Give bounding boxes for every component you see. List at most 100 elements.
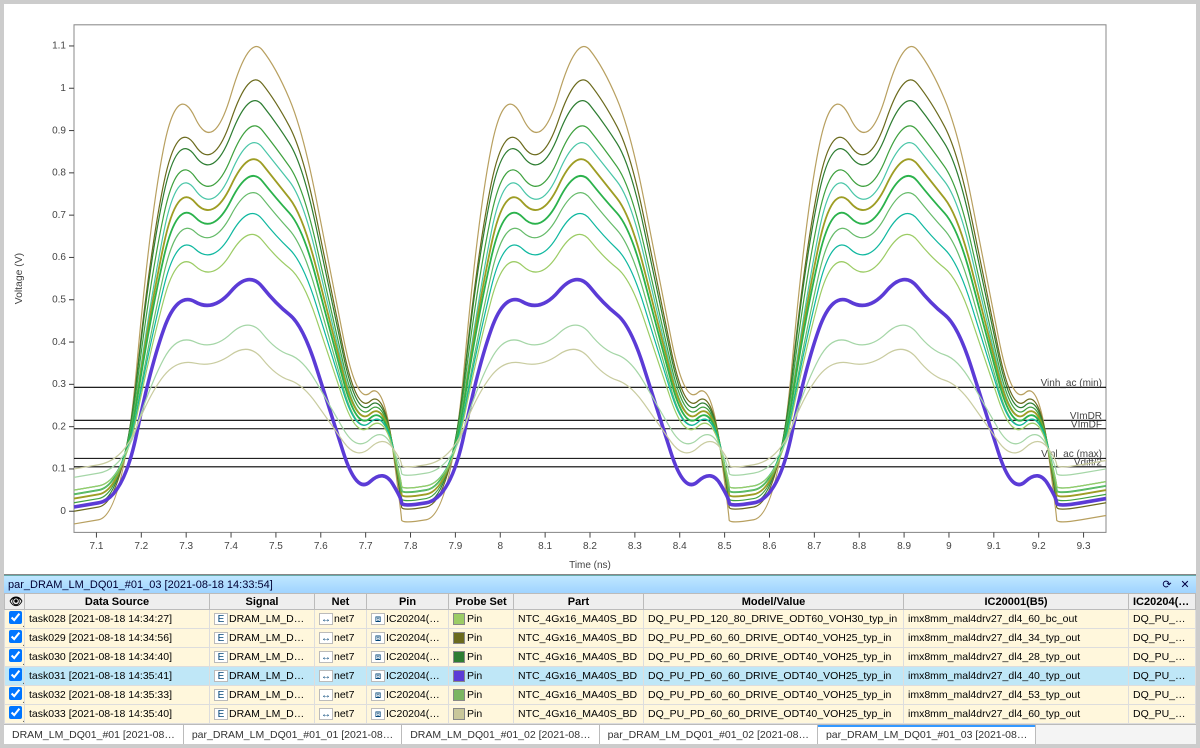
- net-icon: ↔: [319, 632, 333, 644]
- cell: DQ_PU_PD_60_60_DRIVE_ODT40_VOH25_typ_in: [1129, 686, 1196, 705]
- cell[interactable]: [5, 705, 25, 724]
- cell[interactable]: [5, 686, 25, 705]
- cell: DQ_PU_PD_60_60_DRIVE_ODT40_VOH25_typ_in: [1129, 648, 1196, 667]
- close-icon[interactable]: ✕: [1178, 578, 1192, 592]
- signal-icon: E: [214, 689, 228, 701]
- table-row[interactable]: task029 [2021-08-18 14:34:56]EDRAM_LM_DQ…: [5, 629, 1196, 648]
- col-header[interactable]: Pin: [367, 594, 449, 610]
- row-checkbox[interactable]: [9, 611, 22, 624]
- tab[interactable]: par_DRAM_LM_DQ01_#01_03 [2021-08…: [818, 725, 1036, 744]
- y-tick-label: 0.2: [52, 421, 66, 432]
- cell: DQ_PU_PD_60_60_DRIVE_ODT40_VOH25_typ_in: [1129, 705, 1196, 724]
- y-tick-label: 0.9: [52, 125, 66, 136]
- x-tick-label: 7.4: [224, 541, 238, 552]
- col-header[interactable]: Net: [315, 594, 367, 610]
- cell: EDRAM_LM_DQ01: [210, 705, 315, 724]
- cell: DQ_PU_PD_60_60_DRIVE_ODT40_VOH25_typ_in: [1129, 667, 1196, 686]
- cell: EDRAM_LM_DQ01: [210, 667, 315, 686]
- cell: DQ_PU_PD_60_60_DRIVE_ODT40_VOH25_typ_in: [644, 686, 904, 705]
- table-row[interactable]: task030 [2021-08-18 14:34:40]EDRAM_LM_DQ…: [5, 648, 1196, 667]
- col-header[interactable]: 👁: [5, 594, 25, 610]
- cell: task032 [2021-08-18 14:35:33]: [25, 686, 210, 705]
- cell[interactable]: [5, 648, 25, 667]
- cell: imx8mm_mal4drv27_dl4_60_typ_out: [904, 705, 1129, 724]
- cell[interactable]: [5, 629, 25, 648]
- cell: ⧈IC20204(24): [367, 667, 449, 686]
- col-header[interactable]: IC20001(B5): [904, 594, 1129, 610]
- y-tick-label: 0.1: [52, 464, 66, 475]
- cell: Pin: [449, 629, 514, 648]
- cell: ⧈IC20204(24): [367, 686, 449, 705]
- tab[interactable]: par_DRAM_LM_DQ01_#01_02 [2021-08…: [600, 725, 818, 744]
- row-checkbox[interactable]: [9, 630, 22, 643]
- net-icon: ↔: [319, 708, 333, 720]
- cell: Pin: [449, 667, 514, 686]
- y-tick-label: 1.1: [52, 41, 66, 52]
- col-header[interactable]: Probe Set: [449, 594, 514, 610]
- cell: NTC_4Gx16_MA40S_BD: [514, 610, 644, 629]
- pin-icon: ⧈: [371, 689, 385, 701]
- cell: EDRAM_LM_DQ01: [210, 610, 315, 629]
- y-tick-label: 1: [60, 83, 66, 94]
- cell: ↔net7: [315, 705, 367, 724]
- x-tick-label: 7.1: [89, 541, 103, 552]
- tab[interactable]: par_DRAM_LM_DQ01_#01_01 [2021-08…: [184, 725, 402, 744]
- row-checkbox[interactable]: [9, 706, 22, 719]
- pin-icon: ⧈: [371, 613, 385, 625]
- x-tick-label: 9.3: [1077, 541, 1091, 552]
- col-header[interactable]: Model/Value: [644, 594, 904, 610]
- col-header[interactable]: Part: [514, 594, 644, 610]
- net-icon: ↔: [319, 670, 333, 682]
- waveform-plot[interactable]: 7.17.27.37.47.57.67.77.87.988.18.28.38.4…: [4, 4, 1196, 575]
- cell: DQ_PU_PD_60_60_DRIVE_ODT40_VOH25_typ_in: [644, 629, 904, 648]
- tab[interactable]: DRAM_LM_DQ01_#01 [2021-08…: [4, 725, 184, 744]
- signal-icon: E: [214, 670, 228, 682]
- pin-icon: ⧈: [371, 708, 385, 720]
- cell: ⧈IC20204(24): [367, 610, 449, 629]
- x-tick-label: 8.6: [763, 541, 777, 552]
- threshold-label: Vdiff/2: [1074, 457, 1102, 468]
- color-swatch: [453, 689, 465, 701]
- table-row[interactable]: task028 [2021-08-18 14:34:27]EDRAM_LM_DQ…: [5, 610, 1196, 629]
- tabs-bar[interactable]: DRAM_LM_DQ01_#01 [2021-08…par_DRAM_LM_DQ…: [4, 724, 1196, 744]
- cell: imx8mm_mal4drv27_dl4_53_typ_out: [904, 686, 1129, 705]
- color-swatch: [453, 613, 465, 625]
- threshold-label: VImDF: [1071, 419, 1102, 430]
- col-header[interactable]: Data Source: [25, 594, 210, 610]
- x-tick-label: 7.8: [404, 541, 418, 552]
- row-checkbox[interactable]: [9, 668, 22, 681]
- cell: Pin: [449, 610, 514, 629]
- cell: Pin: [449, 648, 514, 667]
- cell: imx8mm_mal4drv27_dl4_28_typ_out: [904, 648, 1129, 667]
- waveform-curve: [74, 325, 1106, 477]
- row-checkbox[interactable]: [9, 649, 22, 662]
- cell: task031 [2021-08-18 14:35:41]: [25, 667, 210, 686]
- x-tick-label: 8.3: [628, 541, 642, 552]
- table-row[interactable]: task033 [2021-08-18 14:35:40]EDRAM_LM_DQ…: [5, 705, 1196, 724]
- x-tick-label: 9: [946, 541, 952, 552]
- col-header[interactable]: IC20204(24): [1129, 594, 1196, 610]
- refresh-icon[interactable]: ⟳: [1160, 578, 1174, 592]
- x-tick-label: 8.9: [897, 541, 911, 552]
- panel-title-bar[interactable]: par_DRAM_LM_DQ01_#01_03 [2021-08-18 14:3…: [4, 575, 1196, 593]
- cell: task029 [2021-08-18 14:34:56]: [25, 629, 210, 648]
- tab[interactable]: DRAM_LM_DQ01_#01_02 [2021-08…: [402, 725, 599, 744]
- results-table[interactable]: 👁Data SourceSignalNetPinProbe SetPartMod…: [4, 593, 1196, 724]
- cell: EDRAM_LM_DQ01: [210, 629, 315, 648]
- cell: task028 [2021-08-18 14:34:27]: [25, 610, 210, 629]
- row-checkbox[interactable]: [9, 687, 22, 700]
- cell: DQ_PU_PD_60_60_DRIVE_ODT40_VOH25_typ_in: [644, 667, 904, 686]
- cell: EDRAM_LM_DQ01: [210, 648, 315, 667]
- cell[interactable]: [5, 667, 25, 686]
- table-row[interactable]: task032 [2021-08-18 14:35:33]EDRAM_LM_DQ…: [5, 686, 1196, 705]
- cell: NTC_4Gx16_MA40S_BD: [514, 686, 644, 705]
- col-header[interactable]: Signal: [210, 594, 315, 610]
- cell: Pin: [449, 705, 514, 724]
- cell: Pin: [449, 686, 514, 705]
- signal-icon: E: [214, 708, 228, 720]
- cell: DQ_PU_PD_120_80_DRIVE_ODT60_VOH30_typ_in: [1129, 610, 1196, 629]
- cell: DQ_PU_PD_60_60_DRIVE_ODT40_VOH25_typ_in: [644, 648, 904, 667]
- waveform-curve: [74, 234, 1106, 490]
- table-row[interactable]: task031 [2021-08-18 14:35:41]EDRAM_LM_DQ…: [5, 667, 1196, 686]
- cell[interactable]: [5, 610, 25, 629]
